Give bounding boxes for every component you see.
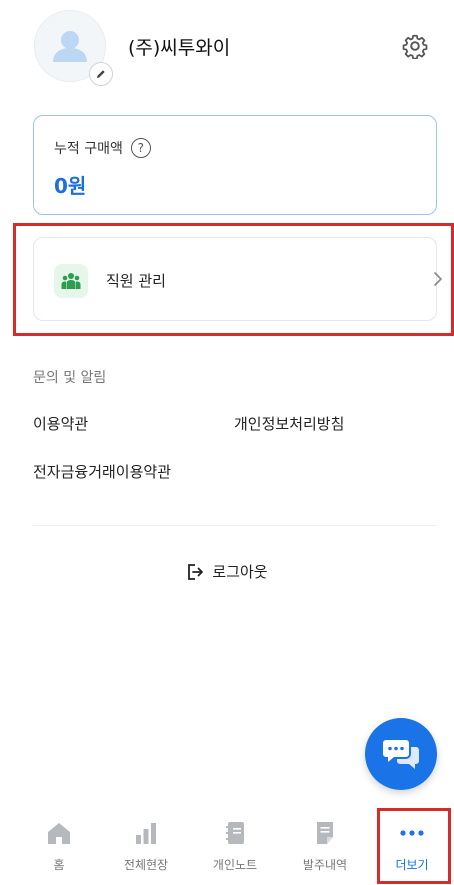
user-icon [53, 31, 87, 62]
bar-chart-icon [136, 823, 156, 844]
chat-icon [383, 740, 419, 769]
highlight-box-more [377, 808, 451, 884]
staff-icon-badge [54, 264, 88, 298]
purchase-card: 누적 구매액 ? 0원 [33, 115, 437, 215]
nav-home[interactable]: 홈 [14, 808, 104, 885]
profile-header: (주)씨투와이 [0, 0, 454, 100]
help-icon[interactable]: ? [130, 138, 151, 158]
privacy-policy-link[interactable]: 개인정보처리방침 [234, 413, 344, 434]
nav-order-history-label: 발주내역 [302, 858, 348, 872]
people-icon [61, 273, 81, 289]
gear-icon[interactable] [402, 33, 428, 59]
company-name: (주)씨투와이 [128, 37, 231, 59]
financial-terms-link[interactable]: 전자금융거래이용약관 [33, 461, 171, 482]
logout-button[interactable]: 로그아웃 [0, 561, 454, 582]
pencil-icon [97, 70, 105, 78]
divider [33, 525, 437, 526]
edit-avatar-button[interactable] [89, 62, 113, 86]
nav-all-sites[interactable]: 전체현장 [101, 808, 191, 885]
staff-management-label: 직원 관리 [106, 272, 166, 290]
logout-icon [188, 563, 204, 580]
terms-of-use-link[interactable]: 이용약관 [33, 413, 88, 434]
notebook-icon [226, 822, 244, 844]
nav-personal-note[interactable]: 개인노트 [190, 808, 280, 885]
nav-order-history[interactable]: 발주내역 [280, 808, 370, 885]
nav-home-label: 홈 [53, 858, 65, 872]
logout-label: 로그아웃 [212, 563, 268, 581]
nav-all-sites-label: 전체현장 [123, 858, 169, 872]
chevron-right-icon [434, 272, 443, 286]
document-icon [317, 822, 333, 844]
home-icon [48, 823, 70, 844]
chat-fab-button[interactable] [365, 718, 437, 790]
purchase-label: 누적 구매액 [54, 141, 123, 157]
info-section-title: 문의 및 알림 [33, 370, 107, 386]
purchase-value: 0원 [54, 174, 87, 198]
nav-personal-note-label: 개인노트 [212, 858, 258, 872]
staff-management-button[interactable]: 직원 관리 [33, 237, 443, 321]
